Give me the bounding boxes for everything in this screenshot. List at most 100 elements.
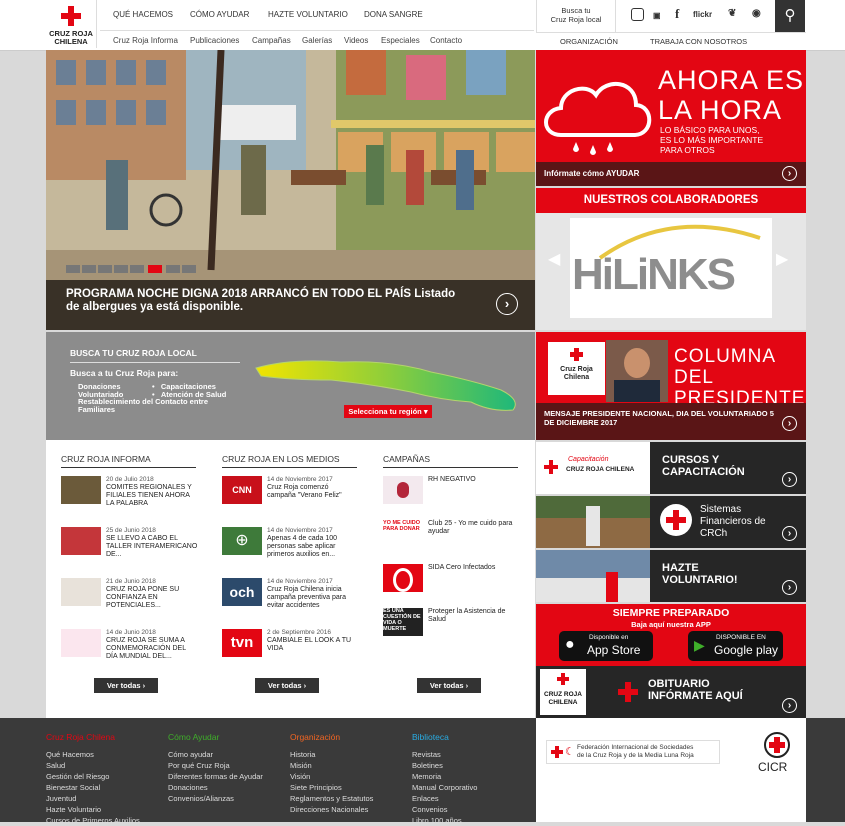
- google-play-button[interactable]: ▶ DISPONIBLE EN Google play: [688, 631, 783, 661]
- ver-todas-medios-button[interactable]: Ver todas ›: [255, 678, 319, 693]
- subnav-cruz-roja-informa[interactable]: Cruz Roja Informa: [113, 36, 178, 45]
- footer-link[interactable]: Memoria: [412, 771, 477, 782]
- footer-link[interactable]: Convenios: [412, 804, 477, 815]
- footer-link[interactable]: Cómo ayudar: [168, 749, 263, 760]
- footer-link[interactable]: Por qué Cruz Roja: [168, 760, 263, 771]
- arrow-circle-icon[interactable]: ›: [782, 698, 797, 713]
- arrow-circle-icon[interactable]: ›: [782, 472, 797, 487]
- list-item[interactable]: 21 de Junio 2018 CRUZ ROJA PONE SU CONFIA…: [61, 578, 196, 618]
- footer-link[interactable]: Juventud: [46, 793, 140, 804]
- subnav-videos[interactable]: Videos: [344, 36, 368, 45]
- ifrc-logo[interactable]: ☾ Federación Internacional de Sociedades…: [546, 740, 720, 764]
- list-item[interactable]: tvn 2 de Septiembre 2016 CAMBIALE EL LOOK …: [222, 629, 357, 669]
- arrow-circle-icon[interactable]: ›: [782, 166, 797, 181]
- footer-link[interactable]: Qué Hacemos: [46, 749, 140, 760]
- app-store-button[interactable]: ● Disponible en App Store: [559, 631, 653, 661]
- footer-link[interactable]: Salud: [46, 760, 140, 771]
- list-item[interactable]: ES UNA CUESTIÓN DE VIDA O MUERTE Proteger…: [383, 608, 518, 648]
- list-item[interactable]: ⊕ 14 de Noviembre 2017 Apenas 4 de cada 10…: [222, 527, 357, 567]
- region-select[interactable]: Selecciona tu región ▾: [344, 405, 432, 418]
- arrow-circle-icon[interactable]: ›: [496, 293, 518, 315]
- ahora-bar[interactable]: Infórmate cómo AYUDAR ›: [536, 162, 806, 186]
- slider-dot[interactable]: [98, 265, 112, 273]
- list-item[interactable]: SIDA Cero Infectados: [383, 564, 518, 604]
- subnav-contacto[interactable]: Contacto: [430, 36, 462, 45]
- footer-link[interactable]: Direcciones Nacionales: [290, 804, 373, 815]
- subnav-especiales[interactable]: Especiales: [381, 36, 420, 45]
- footer-link[interactable]: Historia: [290, 749, 373, 760]
- footer-link[interactable]: Donaciones: [168, 782, 263, 793]
- footer-title: Cruz Roja Chilena: [46, 732, 115, 742]
- list-item[interactable]: YO ME CUIDO PARA DONAR Club 25 - Yo me cu…: [383, 520, 518, 560]
- footer-link[interactable]: Hazte Voluntario: [46, 804, 140, 815]
- slider-dot[interactable]: [182, 265, 196, 273]
- footer-link[interactable]: Bienestar Social: [46, 782, 140, 793]
- slider-dot[interactable]: [114, 265, 128, 273]
- footer-link[interactable]: Misión: [290, 760, 373, 771]
- youtube-icon[interactable]: ▣: [653, 11, 661, 20]
- news-col-campanas: CAMPAÑAS: [383, 454, 518, 468]
- hero-caption[interactable]: PROGRAMA NOCHE DIGNA 2018 ARRANCÓ EN TOD…: [46, 280, 535, 330]
- footer-link[interactable]: Boletines: [412, 760, 477, 771]
- nav-hazte-voluntario[interactable]: HAZTE VOLUNTARIO: [268, 10, 348, 19]
- busca-item-restablecimiento[interactable]: Restablecimiento del Contacto entre Fami…: [78, 398, 238, 414]
- subnav-publicaciones[interactable]: Publicaciones: [190, 36, 239, 45]
- news-section: CRUZ ROJA INFORMA CRUZ ROJA EN LOS MEDIO…: [46, 440, 535, 718]
- footer-link[interactable]: Cursos de Primeros Auxilios: [46, 815, 140, 826]
- slider-dot[interactable]: [82, 265, 96, 273]
- slider-dot-active[interactable]: [148, 265, 162, 273]
- footer-link[interactable]: Libro 100 años: [412, 815, 477, 826]
- arrow-circle-icon[interactable]: ›: [782, 580, 797, 595]
- presidente-bar[interactable]: MENSAJE PRESIDENTE NACIONAL, DIA DEL VOL…: [536, 403, 806, 440]
- local-search-link[interactable]: Busca tu Cruz Roja local: [536, 0, 616, 32]
- canal-13-logo: och: [222, 578, 262, 606]
- slider-dot[interactable]: [166, 265, 180, 273]
- chevron-left-icon[interactable]: ◀: [548, 249, 560, 269]
- twitter-icon[interactable]: ❦: [728, 8, 736, 19]
- footer-link[interactable]: Gestión del Riesgo: [46, 771, 140, 782]
- subnav-galerias[interactable]: Galerías: [302, 36, 332, 45]
- subnav-campanas[interactable]: Campañas: [252, 36, 291, 45]
- list-item[interactable]: 14 de Junio 2018 CRUZ ROJA SE SUMA A CONM…: [61, 629, 196, 669]
- ahora-banner[interactable]: AHORA ES LA HORA LO BÁSICO PARA UNOS, ES L…: [536, 50, 806, 162]
- nav-trabaja[interactable]: TRABAJA CON NOSOTROS: [650, 37, 747, 46]
- obituario-banner[interactable]: CRUZ ROJA CHILENA OBITUARIO INFÓRMATE AQUÍ…: [536, 666, 806, 718]
- nav-que-hacemos[interactable]: QUÉ HACEMOS: [113, 10, 173, 19]
- nav-como-ayudar[interactable]: CÓMO AYUDAR: [190, 10, 249, 19]
- tile-cursos[interactable]: Capacitación CRUZ ROJA CHILENA CURSOS Y …: [536, 442, 806, 494]
- footer-link[interactable]: Visión: [290, 771, 373, 782]
- list-item[interactable]: 20 de Julio 2018 COMITES REGIONALES Y FIL…: [61, 476, 196, 516]
- list-item[interactable]: RH NEGATIVO: [383, 476, 518, 516]
- slider-dot[interactable]: [130, 265, 144, 273]
- flickr-icon[interactable]: flickr: [693, 10, 712, 19]
- nav-dona-sangre[interactable]: DONA SANGRE: [364, 10, 423, 19]
- tile-sistemas-financieros[interactable]: Sistemas Financieros de CRCh ›: [536, 496, 806, 548]
- instagram-icon[interactable]: [631, 8, 644, 21]
- ahora-bar-text: Infórmate cómo AYUDAR: [544, 169, 640, 178]
- nav-organizacion[interactable]: ORGANIZACIÓN: [560, 37, 618, 46]
- list-item[interactable]: och 14 de Noviembre 2017 Cruz Roja Chilena…: [222, 578, 357, 618]
- footer-link[interactable]: Diferentes formas de Ayudar: [168, 771, 263, 782]
- facebook-icon[interactable]: f: [675, 6, 679, 22]
- rss-icon[interactable]: ◉: [752, 8, 761, 19]
- arrow-circle-icon[interactable]: ›: [782, 416, 797, 431]
- footer-link[interactable]: Convenios/Alianzas: [168, 793, 263, 804]
- cicr-logo[interactable]: [764, 732, 790, 758]
- hilinks-logo[interactable]: HiLiNKS: [570, 218, 772, 318]
- search-button[interactable]: ⚲: [775, 0, 805, 32]
- ver-todas-informa-button[interactable]: Ver todas ›: [94, 678, 158, 693]
- cruz-roja-logo[interactable]: CRUZ ROJA CHILENA: [46, 0, 97, 48]
- slider-dot[interactable]: [66, 265, 80, 273]
- footer-link[interactable]: Enlaces: [412, 793, 477, 804]
- list-item[interactable]: 25 de Junio 2018 SE LLEVO A CABO EL TALLE…: [61, 527, 197, 567]
- tile-hazte-voluntario[interactable]: HAZTE VOLUNTARIO! ›: [536, 550, 806, 602]
- footer-link[interactable]: Siete Principios: [290, 782, 373, 793]
- ver-todas-campanas-button[interactable]: Ver todas ›: [417, 678, 481, 693]
- footer-link[interactable]: Manual Corporativo: [412, 782, 477, 793]
- footer-link[interactable]: Reglamentos y Estatutos: [290, 793, 373, 804]
- news-date: 14 de Noviembre 2017: [267, 476, 333, 483]
- arrow-circle-icon[interactable]: ›: [782, 526, 797, 541]
- list-item[interactable]: CNN CHILE 14 de Noviembre 2017 Cruz Roja c…: [222, 476, 357, 523]
- footer-link[interactable]: Revistas: [412, 749, 477, 760]
- chevron-right-icon[interactable]: ▶: [776, 249, 788, 269]
